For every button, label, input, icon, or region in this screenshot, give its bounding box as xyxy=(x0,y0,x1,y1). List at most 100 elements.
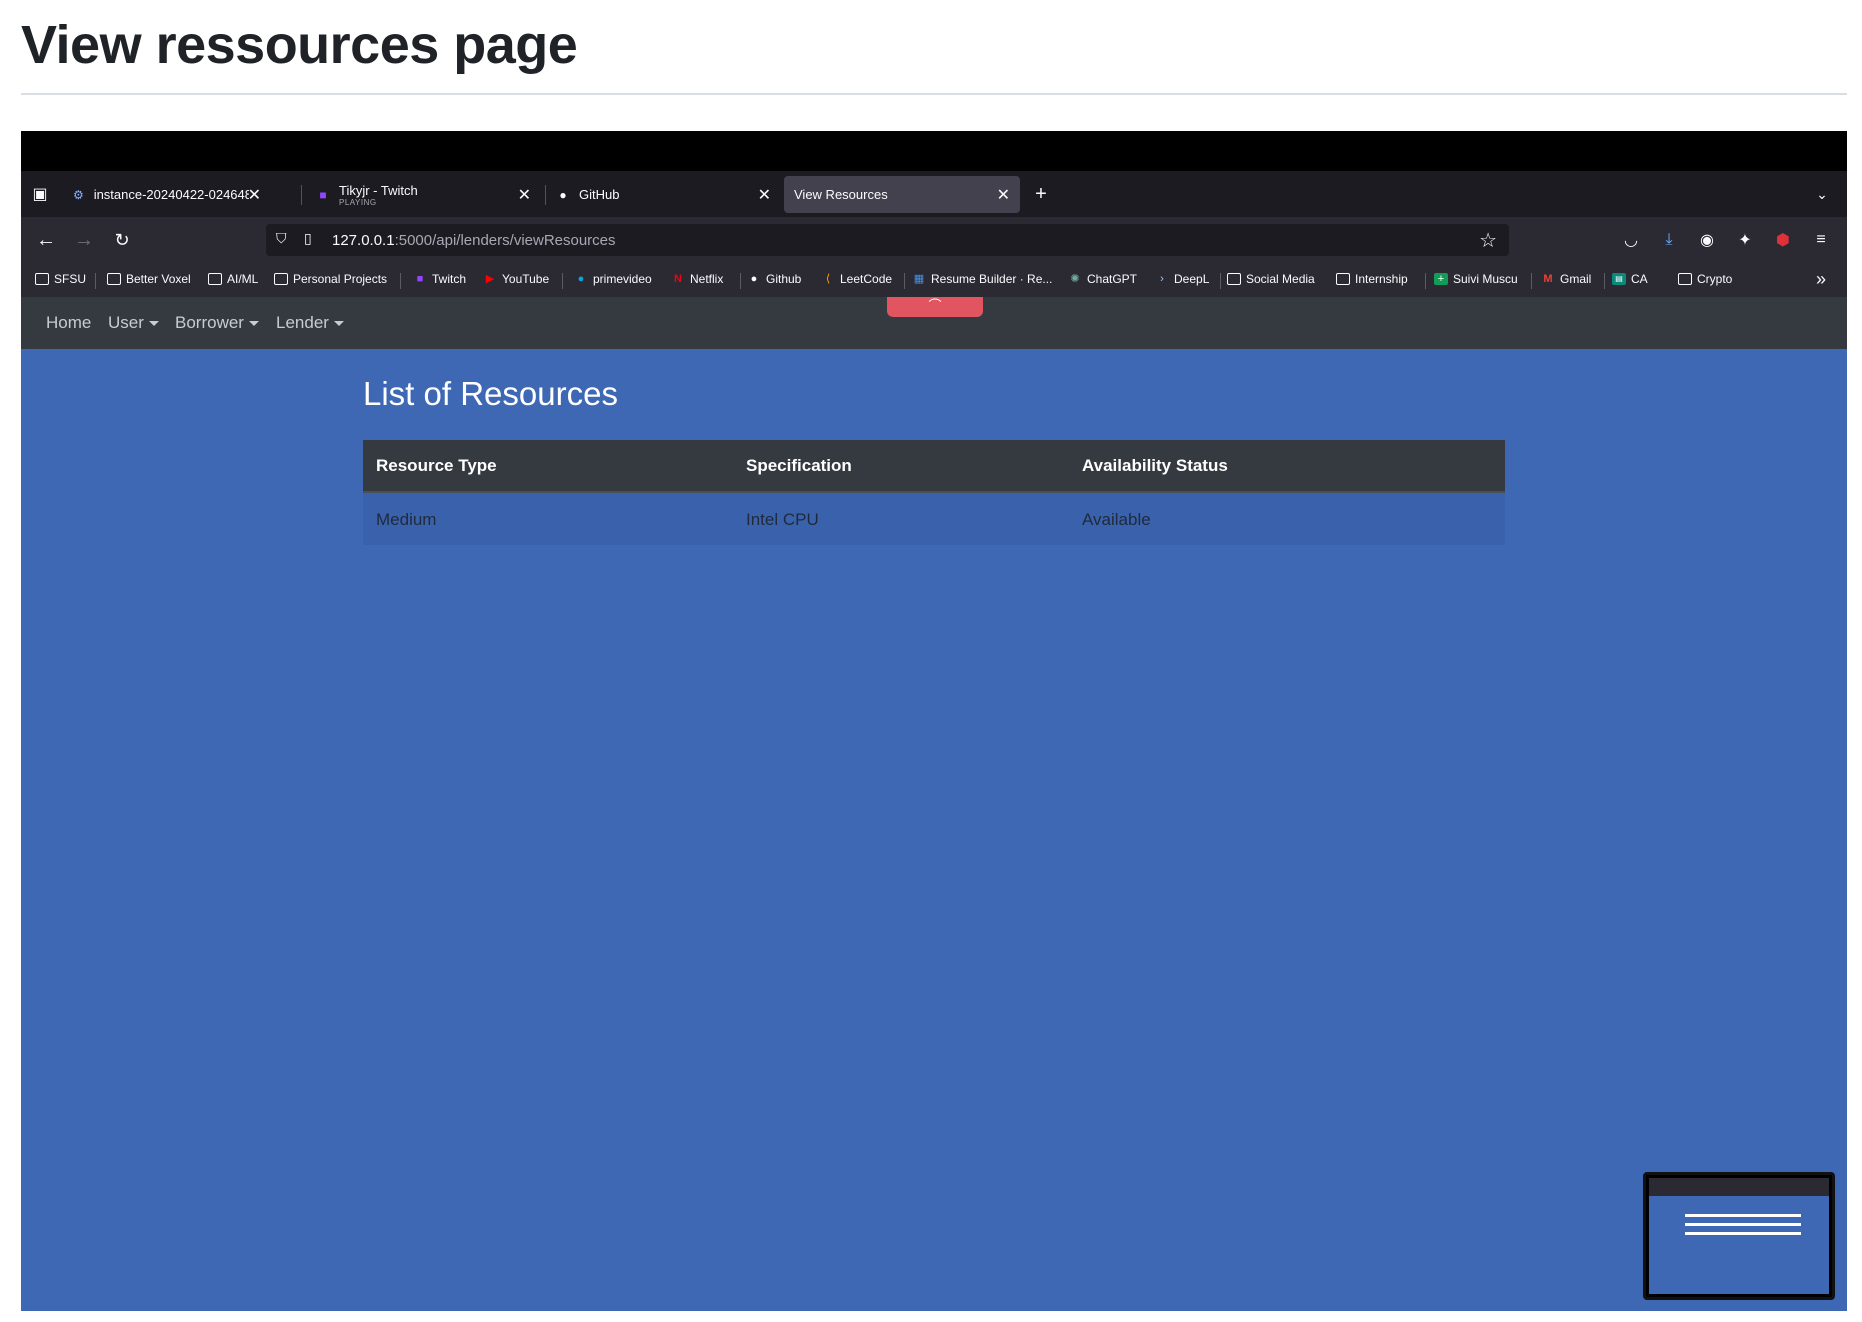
bookmark-youtube[interactable]: ▶ YouTube xyxy=(483,272,549,286)
chatgpt-icon: ✺ xyxy=(1070,273,1080,285)
folder-icon xyxy=(1678,273,1692,285)
ca-icon: ▤ xyxy=(1612,273,1626,285)
bookmark-social-media[interactable]: Social Media xyxy=(1227,272,1315,286)
new-tab-icon[interactable]: + xyxy=(1028,181,1054,207)
bookmark-github[interactable]: ● Github xyxy=(747,272,802,286)
youtube-icon: ▶ xyxy=(485,273,495,285)
caret-down-icon xyxy=(248,321,259,327)
tab-twitch-status: PLAYING xyxy=(339,197,377,207)
github-icon: ● xyxy=(559,187,567,202)
bookmark-netflix[interactable]: N Netflix xyxy=(671,272,723,286)
bookmark-ca[interactable]: ▤ CA xyxy=(1612,272,1648,286)
back-arrow-icon[interactable]: ← xyxy=(33,227,59,253)
tab-github-label: GitHub xyxy=(579,187,620,202)
chevron-down-icon[interactable]: ⌄ xyxy=(1809,181,1835,207)
page-icon[interactable]: ▯ xyxy=(304,230,312,247)
bookmark-internship[interactable]: Internship xyxy=(1336,272,1408,286)
url-text[interactable]: 127.0.0.1:5000/api/lenders/viewResources xyxy=(332,232,616,249)
url-path: :5000/api/lenders/viewResources xyxy=(394,232,616,249)
table-header: Resource Type Specification Availability… xyxy=(363,440,1505,493)
leetcode-icon: ⟨ xyxy=(825,273,831,285)
chevron-double-right-icon[interactable]: » xyxy=(1816,269,1826,290)
resume-icon: ▦ xyxy=(913,273,925,285)
resources-table: Resource Type Specification Availability… xyxy=(363,440,1505,545)
nav-user-dropdown[interactable]: User xyxy=(108,313,159,333)
primevideo-icon: ● xyxy=(577,273,585,285)
list-title: List of Resources xyxy=(363,375,618,412)
shield-icon[interactable]: ⛉ xyxy=(276,230,287,247)
bookmark-resume-builder[interactable]: ▦ Resume Builder · Re... xyxy=(912,272,1053,286)
sheets-icon: + xyxy=(1434,273,1448,285)
twitch-icon: ■ xyxy=(319,187,327,202)
folder-icon xyxy=(1227,273,1241,285)
heading-divider xyxy=(21,93,1847,95)
column-header-availability: Availability Status xyxy=(1082,456,1228,475)
browser-tabbar: ▣ ⚙ instance-20240422-024648 – ✕ ■ Tikyj… xyxy=(21,171,1847,217)
page-title: View ressources page xyxy=(21,15,578,75)
bookmark-star-icon[interactable]: ☆ xyxy=(1479,228,1497,253)
forward-arrow-icon[interactable]: → xyxy=(71,227,97,253)
address-bar[interactable]: ⛉ ▯ 127.0.0.1:5000/api/lenders/viewResou… xyxy=(266,224,1509,256)
tab-instance-label: instance-20240422-024648 – xyxy=(93,187,249,202)
cell-resource-type: Medium xyxy=(376,510,437,529)
caret-down-icon xyxy=(148,321,159,327)
tab-instance[interactable]: ⚙ instance-20240422-024648 – ✕ xyxy=(61,176,261,213)
nav-borrower-dropdown[interactable]: Borrower xyxy=(175,313,259,333)
column-header-specification: Specification xyxy=(746,456,852,475)
browser-navbar: ← → ↻ ⛉ ▯ 127.0.0.1:5000/api/lenders/vie… xyxy=(21,217,1847,263)
tab-twitch[interactable]: ■ Tikyjr - Twitch PLAYING ✕ xyxy=(305,176,541,213)
bookmark-suivi-muscu[interactable]: + Suivi Muscu xyxy=(1434,272,1518,286)
ublock-icon[interactable]: ⬢ xyxy=(1772,229,1794,251)
account-icon[interactable]: ◉ xyxy=(1696,229,1718,251)
screenshot-preview-thumbnail[interactable] xyxy=(1643,1172,1835,1300)
folder-icon xyxy=(35,273,49,285)
bookmark-deepl[interactable]: › DeepL xyxy=(1155,272,1209,286)
url-host: 127.0.0.1 xyxy=(332,232,395,249)
reload-icon[interactable]: ↻ xyxy=(109,227,135,253)
nav-home[interactable]: Home xyxy=(46,313,91,333)
bookmark-twitch[interactable]: ■ Twitch xyxy=(413,272,466,286)
column-header-resource-type: Resource Type xyxy=(376,456,497,475)
folder-icon xyxy=(1336,273,1350,285)
bookmark-ai-ml[interactable]: AI/ML xyxy=(208,272,258,286)
github-icon: ● xyxy=(750,273,758,285)
bookmark-personal-projects[interactable]: Personal Projects xyxy=(274,272,387,286)
bookmark-chatgpt[interactable]: ✺ ChatGPT xyxy=(1068,272,1137,286)
deepl-icon: › xyxy=(1160,273,1164,285)
bookmarks-bar: SFSU Better Voxel AI/ML Personal Project… xyxy=(21,263,1847,297)
tab-github[interactable]: ● GitHub ✕ xyxy=(545,176,781,213)
netflix-icon: N xyxy=(674,273,682,285)
folder-icon xyxy=(107,273,121,285)
nav-lender-dropdown[interactable]: Lender xyxy=(276,313,344,333)
download-icon[interactable]: ⤓ xyxy=(1658,229,1680,251)
cell-availability: Available xyxy=(1082,510,1151,529)
folder-icon xyxy=(208,273,222,285)
chip-icon: ⚙ xyxy=(72,187,84,202)
folder-icon xyxy=(274,273,288,285)
bookmark-better-voxel[interactable]: Better Voxel xyxy=(107,272,191,286)
caret-down-icon xyxy=(333,321,344,327)
bookmark-crypto[interactable]: Crypto xyxy=(1678,272,1732,286)
bookmark-sfsu[interactable]: SFSU xyxy=(35,272,86,286)
cell-specification: Intel CPU xyxy=(746,510,819,529)
tab-view-resources-label: View Resources xyxy=(794,187,888,202)
close-icon[interactable]: ✕ xyxy=(997,185,1010,205)
tab-overview-icon[interactable]: ▣ xyxy=(27,181,53,207)
table-row: Medium Intel CPU Available xyxy=(363,493,1505,545)
screenshot-frame: ▣ ⚙ instance-20240422-024648 – ✕ ■ Tikyj… xyxy=(21,131,1847,1311)
tab-view-resources[interactable]: View Resources ✕ xyxy=(784,176,1020,213)
window-topbar xyxy=(21,131,1847,171)
menu-icon[interactable]: ≡ xyxy=(1810,229,1832,251)
tab-twitch-label: Tikyjr - Twitch xyxy=(339,182,418,198)
bookmark-leetcode[interactable]: ⟨ LeetCode xyxy=(821,272,892,286)
extensions-icon[interactable]: ✦ xyxy=(1734,229,1756,251)
close-icon[interactable]: ✕ xyxy=(248,185,261,205)
screen-share-indicator-icon[interactable]: ⌒ xyxy=(887,297,983,317)
gmail-icon: M xyxy=(1543,273,1553,285)
pocket-icon[interactable]: ◡ xyxy=(1620,229,1642,251)
bookmark-gmail[interactable]: M Gmail xyxy=(1541,272,1591,286)
close-icon[interactable]: ✕ xyxy=(518,185,531,205)
twitch-icon: ■ xyxy=(416,273,424,285)
bookmark-primevideo[interactable]: ● primevideo xyxy=(574,272,652,286)
close-icon[interactable]: ✕ xyxy=(758,185,771,205)
